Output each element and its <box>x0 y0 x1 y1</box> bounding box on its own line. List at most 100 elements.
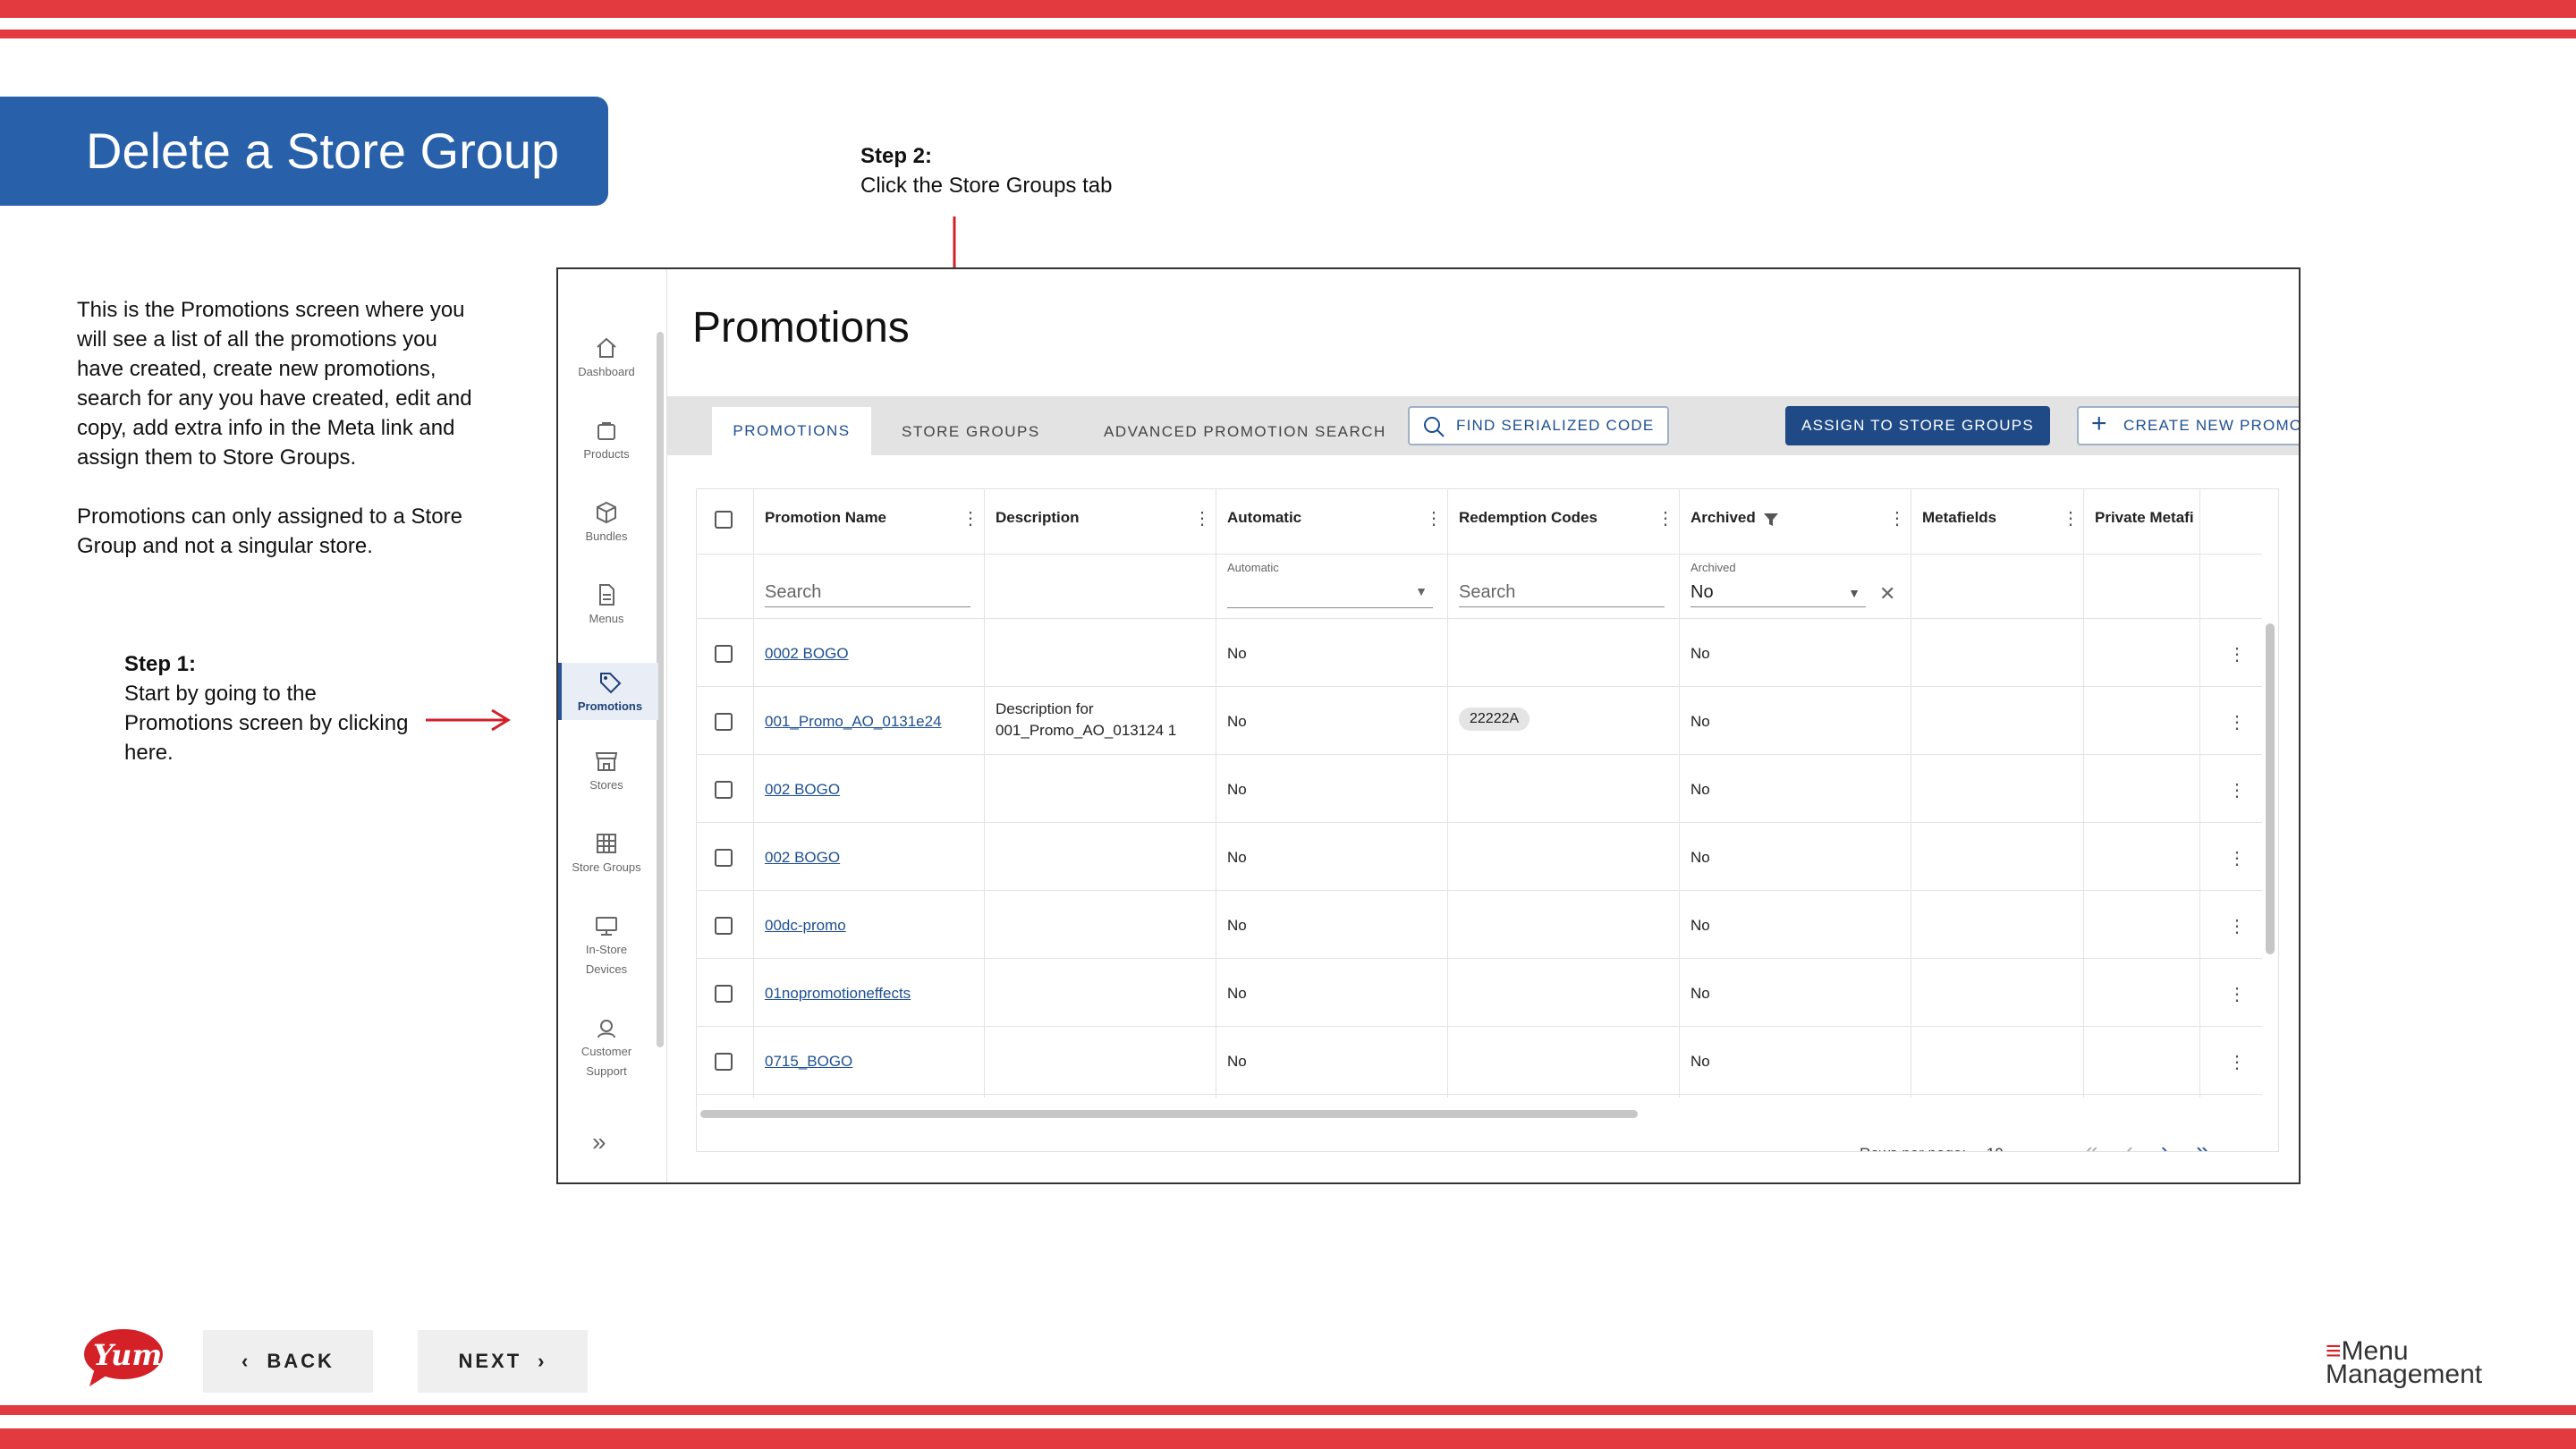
automatic-value: No <box>1227 713 1247 730</box>
header-promotion-name[interactable]: Promotion Name <box>765 509 886 527</box>
step1-arrow-icon <box>426 708 511 732</box>
column-menu-icon[interactable]: ⋮ <box>1888 507 1906 530</box>
header-redemption-codes[interactable]: Redemption Codes <box>1459 509 1597 527</box>
promotion-name-link[interactable]: 0715_BOGO <box>765 1053 852 1071</box>
row-actions-icon[interactable]: ⋮ <box>2228 643 2246 665</box>
bottom-stripe-thin <box>0 1405 2576 1415</box>
divider <box>697 554 2262 555</box>
promotion-name-link[interactable]: 002 BOGO <box>765 849 840 867</box>
next-button[interactable]: NEXT › <box>418 1330 588 1393</box>
grid-icon <box>597 834 616 853</box>
description-line-2: 001_Promo_AO_013124 1 <box>996 722 1177 739</box>
create-new-promotion-button[interactable]: + CREATE NEW PROMOTION <box>2077 406 2299 445</box>
sidebar-item-menus[interactable]: Menus <box>558 582 655 629</box>
chevron-right-icon: › <box>538 1350 547 1372</box>
back-label: BACK <box>267 1350 335 1372</box>
title-banner: Delete a Store Group <box>0 97 608 206</box>
expand-sidebar-icon[interactable]: » <box>592 1128 606 1157</box>
row-actions-icon[interactable]: ⋮ <box>2228 983 2246 1005</box>
sidebar-item-store-groups[interactable]: Store Groups <box>558 831 655 877</box>
archived-value: No <box>1690 645 1710 662</box>
row-checkbox[interactable] <box>715 781 733 799</box>
assign-to-store-groups-button[interactable]: ASSIGN TO STORE GROUPS <box>1785 406 2050 445</box>
vertical-scrollbar[interactable] <box>2266 623 2275 954</box>
pagination: Rows per page: 10 ▼ « ‹ › » <box>1860 1137 2209 1151</box>
find-serialized-code-button[interactable]: FIND SERIALIZED CODE <box>1408 406 1669 445</box>
sidebar-item-dashboard[interactable]: Dashboard <box>558 335 655 382</box>
row-actions-icon[interactable]: ⋮ <box>2228 779 2246 801</box>
sidebar-item-in-store-devices[interactable]: In-Store Devices <box>558 913 655 979</box>
horizontal-scrollbar[interactable] <box>700 1110 1638 1118</box>
row-checkbox[interactable] <box>715 1053 733 1071</box>
column-menu-icon[interactable]: ⋮ <box>962 507 979 530</box>
sidebar-item-stores[interactable]: Stores <box>558 749 655 795</box>
divider <box>697 822 2262 823</box>
column-menu-icon[interactable]: ⋮ <box>1425 507 1443 530</box>
column-menu-icon[interactable]: ⋮ <box>2062 507 2080 530</box>
header-metafields[interactable]: Metafields <box>1922 509 1996 527</box>
promotion-name-link[interactable]: 0002 BOGO <box>765 645 849 663</box>
row-checkbox[interactable] <box>715 849 733 867</box>
app-window: Dashboard Products Bundles Menus Promoti… <box>556 267 2301 1184</box>
header-archived[interactable]: Archived <box>1690 509 1756 527</box>
promotion-name-link[interactable]: 001_Promo_AO_0131e24 <box>765 713 942 731</box>
step1-text: Start by going to the Promotions screen … <box>124 682 409 765</box>
logo-management-text: Management <box>2326 1360 2483 1389</box>
intro-paragraph-1: This is the Promotions screen where you … <box>77 298 472 470</box>
yum-logo: Yum! <box>82 1327 174 1394</box>
sidebar-label: Store Groups <box>572 860 641 874</box>
promotion-name-search-input[interactable]: Search <box>765 582 970 607</box>
filter-icon[interactable] <box>1763 513 1779 527</box>
row-checkbox[interactable] <box>715 985 733 1003</box>
header-automatic[interactable]: Automatic <box>1227 509 1301 527</box>
archived-filter-select[interactable]: No ▼ <box>1690 582 1866 607</box>
header-description[interactable]: Description <box>996 509 1080 527</box>
next-page-icon[interactable]: › <box>2161 1137 2169 1151</box>
row-actions-icon[interactable]: ⋮ <box>2228 847 2246 869</box>
next-label: NEXT <box>458 1350 522 1372</box>
sidebar-item-promotions[interactable]: Promotions <box>558 663 658 720</box>
promotion-name-link[interactable]: 00dc-promo <box>765 917 846 935</box>
row-actions-icon[interactable]: ⋮ <box>2228 711 2246 733</box>
redemption-codes-search-input[interactable]: Search <box>1459 582 1665 607</box>
create-new-promotion-label: CREATE NEW PROMOTION <box>2123 417 2299 434</box>
back-button[interactable]: ‹ BACK <box>203 1330 373 1393</box>
divider <box>697 686 2262 687</box>
promotions-table: Promotion Name ⋮ Description ⋮ Automatic… <box>696 488 2279 1152</box>
home-icon <box>597 337 616 358</box>
sidebar-label: Dashboard <box>578 365 635 378</box>
rows-per-page-select[interactable]: 10 ▼ <box>1987 1145 2019 1151</box>
slide-title: Delete a Store Group <box>86 123 560 179</box>
select-all-checkbox[interactable] <box>715 511 733 529</box>
sidebar-label: Menus <box>589 612 624 625</box>
header-private-metafields[interactable]: Private Metafi <box>2095 509 2199 527</box>
row-checkbox[interactable] <box>715 713 733 731</box>
dropdown-arrow-icon: ▼ <box>1415 584 1428 598</box>
sidebar-item-bundles[interactable]: Bundles <box>558 500 655 547</box>
previous-page-icon[interactable]: ‹ <box>2125 1137 2133 1151</box>
tab-store-groups[interactable]: STORE GROUPS <box>902 396 1040 455</box>
column-redemption-codes <box>1447 489 1680 1097</box>
automatic-value: No <box>1227 781 1247 798</box>
row-actions-icon[interactable]: ⋮ <box>2228 1051 2246 1073</box>
clear-filter-icon[interactable]: ✕ <box>1879 582 1895 606</box>
archived-value: No <box>1690 985 1710 1002</box>
last-page-icon[interactable]: » <box>2196 1137 2208 1151</box>
row-checkbox[interactable] <box>715 917 733 935</box>
tab-advanced-promotion-search[interactable]: ADVANCED PROMOTION SEARCH <box>1104 396 1386 455</box>
plus-icon: + <box>2091 409 2108 438</box>
automatic-filter-select[interactable]: ▼ <box>1227 582 1433 608</box>
column-menu-icon[interactable]: ⋮ <box>1657 507 1674 530</box>
sidebar-item-products[interactable]: Products <box>558 418 655 464</box>
intro-text: This is the Promotions screen where you … <box>77 295 488 590</box>
tab-promotions[interactable]: PROMOTIONS <box>712 407 871 455</box>
promotion-name-link[interactable]: 002 BOGO <box>765 781 840 799</box>
column-menu-icon[interactable]: ⋮ <box>1193 507 1211 530</box>
first-page-icon[interactable]: « <box>2085 1137 2097 1151</box>
archived-value: No <box>1690 713 1710 730</box>
sidebar-item-customer-support[interactable]: Customer Support <box>558 1015 655 1081</box>
row-actions-icon[interactable]: ⋮ <box>2228 915 2246 937</box>
sidebar-label: Promotions <box>577 699 643 713</box>
row-checkbox[interactable] <box>715 645 733 663</box>
promotion-name-link[interactable]: 01nopromotioneffects <box>765 985 911 1003</box>
